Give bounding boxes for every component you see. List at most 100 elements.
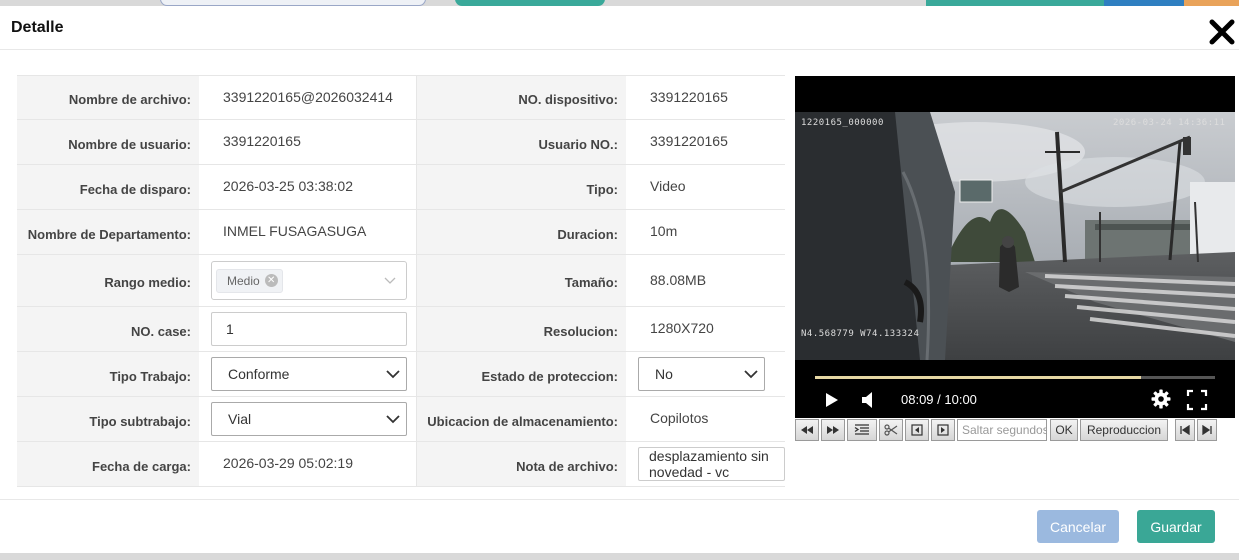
osd-gps: N4.568779 W74.133324	[801, 329, 920, 339]
range-cell: Medio ✕	[199, 255, 416, 306]
next-frame-button[interactable]	[931, 419, 955, 441]
video-time: 08:09 / 10:00	[901, 392, 977, 407]
rewind-icon	[801, 426, 813, 434]
table-row: Fecha de disparo: 2026-03-25 03:38:02 Ti…	[17, 165, 785, 210]
device-number-label: NO. dispositivo:	[416, 76, 626, 119]
table-row: Tipo subtrabajo: Vial Ubicacion de almac…	[17, 397, 785, 442]
indent-icon	[854, 424, 869, 435]
video-controls: 08:09 / 10:00	[795, 386, 1235, 418]
seek-ok-button[interactable]: OK	[1050, 419, 1078, 441]
table-row: Fecha de carga: 2026-03-29 05:02:19 Nota…	[17, 442, 785, 487]
seek-seconds-input[interactable]: Saltar segundos	[957, 419, 1047, 441]
chevron-down-icon	[386, 414, 400, 423]
resolution-label: Resolucion:	[416, 307, 626, 351]
work-subtype-selected: Vial	[228, 411, 252, 427]
chevron-down-icon	[384, 277, 396, 284]
user-number-value: 3391220165	[650, 133, 728, 149]
fast-forward-icon	[827, 426, 839, 434]
duration-label: Duracion:	[416, 210, 626, 254]
remove-tag-icon[interactable]: ✕	[264, 274, 278, 287]
user-name-label: Nombre de usuario:	[17, 120, 199, 164]
size-value: 88.08MB	[650, 271, 707, 288]
cut-button[interactable]	[879, 419, 903, 441]
file-info-table: Nombre de archivo: 3391220165@2026032414…	[17, 75, 785, 487]
save-button[interactable]: Guardar	[1137, 510, 1215, 543]
dialog-footer: Cancelar Guardar	[0, 499, 1239, 553]
range-tag: Medio ✕	[216, 268, 283, 293]
file-note-cell: desplazamiento sin novedad - vc	[626, 442, 785, 486]
osd-datetime: 2026-03-24 14:36:11	[1113, 118, 1226, 128]
storage-location-label: Ubicacion de almacenamiento:	[416, 397, 626, 441]
type-value: Video	[650, 178, 686, 194]
type-label: Tipo:	[416, 165, 626, 209]
cancel-button[interactable]: Cancelar	[1037, 510, 1119, 543]
video-progress-fill	[815, 376, 1141, 379]
work-type-label: Tipo Trabajo:	[17, 352, 199, 396]
file-name-label: Nombre de archivo:	[17, 76, 199, 119]
playback-button[interactable]: Reproduccion	[1080, 419, 1168, 441]
skip-end-icon	[1202, 425, 1212, 435]
chevron-down-icon	[386, 369, 400, 378]
work-subtype-cell: Vial	[199, 397, 416, 441]
department-value: INMEL FUSAGASUGA	[223, 223, 367, 239]
resolution-value: 1280X720	[650, 320, 714, 336]
indent-button[interactable]	[847, 419, 877, 441]
fast-forward-button[interactable]	[821, 419, 845, 441]
video-frame	[795, 112, 1235, 360]
osd-device-id: 1220165_000000	[801, 118, 884, 128]
department-label: Nombre de Departamento:	[17, 210, 199, 254]
work-type-select[interactable]: Conforme	[211, 357, 407, 391]
file-note-label: Nota de archivo:	[416, 442, 626, 486]
case-number-input[interactable]: 1	[211, 312, 407, 346]
protection-status-select[interactable]: No	[638, 357, 765, 391]
play-icon[interactable]	[825, 392, 839, 408]
duration-value: 10m	[650, 223, 678, 239]
table-row: Rango medio: Medio ✕ Tamaño: 88.08MB	[17, 255, 785, 307]
rewind-button[interactable]	[795, 419, 819, 441]
trigger-date-label: Fecha de disparo:	[17, 165, 199, 209]
detail-dialog: Detalle Nombre de archivo: 3391220165@20…	[0, 6, 1239, 553]
table-row: NO. case: 1 Resolucion: 1280X720	[17, 307, 785, 352]
size-label: Tamaño:	[416, 255, 626, 306]
close-icon[interactable]	[1208, 19, 1236, 45]
range-multiselect[interactable]: Medio ✕	[211, 261, 407, 300]
dialog-header: Detalle	[0, 6, 1239, 50]
device-number-value: 3391220165	[650, 88, 728, 105]
file-name-value: 3391220165@2026032414	[223, 88, 393, 105]
scissors-icon	[884, 424, 898, 436]
dialog-title: Detalle	[11, 19, 64, 36]
upload-date-label: Fecha de carga:	[17, 442, 199, 486]
work-subtype-select[interactable]: Vial	[211, 402, 407, 436]
protection-status-label: Estado de proteccion:	[416, 352, 626, 396]
previous-frame-button[interactable]	[905, 419, 929, 441]
case-number-cell: 1	[199, 307, 416, 351]
table-row: Nombre de usuario: 3391220165 Usuario NO…	[17, 120, 785, 165]
protection-status-selected: No	[655, 366, 673, 382]
case-number-label: NO. case:	[17, 307, 199, 351]
skip-start-button[interactable]	[1175, 419, 1195, 441]
file-note-input[interactable]: desplazamiento sin novedad - vc	[638, 447, 785, 481]
work-subtype-label: Tipo subtrabajo:	[17, 397, 199, 441]
video-player[interactable]: 1220165_000000 2026-03-24 14:36:11 N4.56…	[795, 76, 1235, 418]
trigger-date-value: 2026-03-25 03:38:02	[223, 178, 353, 194]
fullscreen-icon[interactable]	[1186, 389, 1208, 411]
user-number-label: Usuario NO.:	[416, 120, 626, 164]
volume-icon[interactable]	[861, 391, 875, 409]
frame-forward-icon	[937, 424, 949, 436]
work-type-cell: Conforme	[199, 352, 416, 396]
frame-back-icon	[911, 424, 923, 436]
user-name-value: 3391220165	[223, 133, 301, 149]
storage-location-value: Copilotos	[650, 410, 709, 426]
protection-status-cell: No	[626, 352, 785, 396]
settings-gear-icon[interactable]	[1151, 389, 1171, 409]
table-row: Nombre de archivo: 3391220165@2026032414…	[17, 75, 785, 120]
upload-date-value: 2026-03-29 05:02:19	[223, 455, 353, 471]
skip-start-icon	[1180, 425, 1190, 435]
work-type-selected: Conforme	[228, 366, 290, 382]
player-toolbar: Saltar segundos OK Reproduccion	[795, 418, 1235, 442]
table-row: Tipo Trabajo: Conforme Estado de protecc…	[17, 352, 785, 397]
background-page-bottom	[0, 553, 1239, 560]
table-row: Nombre de Departamento: INMEL FUSAGASUGA…	[17, 210, 785, 255]
skip-end-button[interactable]	[1197, 419, 1217, 441]
video-progress-bar[interactable]	[815, 376, 1215, 379]
